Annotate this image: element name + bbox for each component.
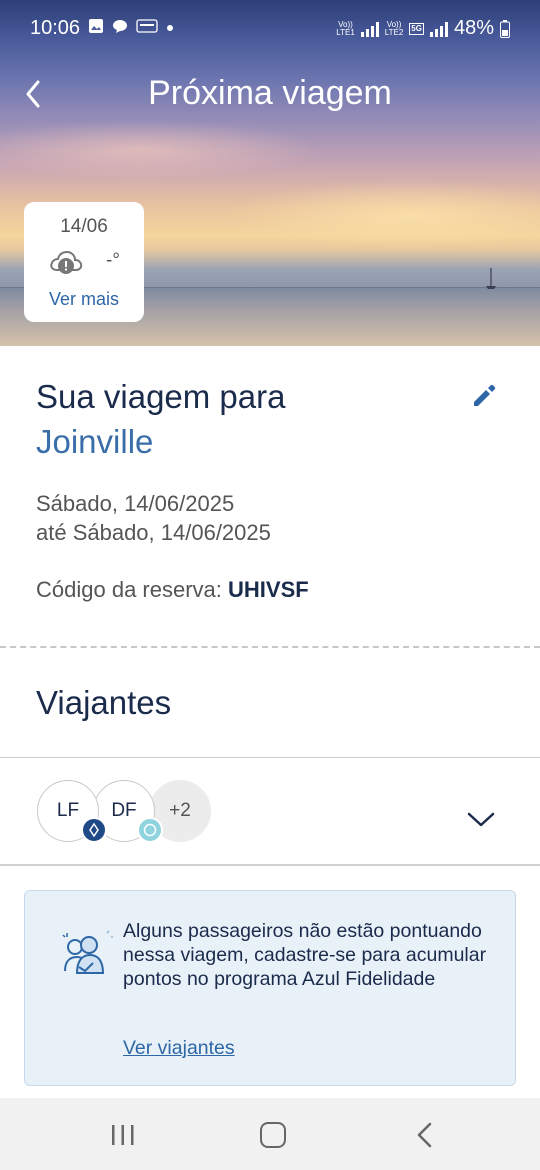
- trip-heading: Sua viagem para: [36, 378, 286, 415]
- avatar-initials: DF: [111, 800, 137, 821]
- booking-code-label: Código da reserva:: [36, 577, 222, 602]
- trip-city: Joinville: [36, 423, 154, 460]
- status-bar: 10:06 Vo)) LTE1 Vo)) LTE2 5G 48%: [0, 0, 540, 56]
- booking-code-line: Código da reserva: UHIVSF: [36, 577, 309, 603]
- dashed-divider: [0, 646, 540, 648]
- cloud-warning-icon: [50, 250, 83, 274]
- sky-cloud: [0, 120, 320, 180]
- signal-icon: [360, 21, 379, 37]
- weather-more-link[interactable]: Ver mais: [24, 289, 144, 310]
- chat-icon: [113, 20, 127, 33]
- sailboat-icon: [486, 268, 496, 289]
- fidelity-info-text: Alguns passageiros não estão pontuando n…: [123, 920, 487, 990]
- recent-apps-icon[interactable]: [110, 1124, 136, 1146]
- booking-code-value: UHIVSF: [228, 577, 309, 602]
- avatar-more-count: +2: [169, 800, 191, 821]
- sim1-label: Vo)) LTE1: [336, 19, 355, 37]
- diamond-badge-icon: [81, 817, 107, 843]
- chevron-down-icon[interactable]: [466, 808, 496, 830]
- passengers-icon: [62, 930, 113, 974]
- network-label: 5G: [409, 22, 424, 35]
- circle-badge-icon: [137, 817, 163, 843]
- trip-date-from: Sábado, 14/06/2025: [36, 491, 235, 516]
- signal-icon-2: [429, 21, 448, 37]
- gallery-icon: [89, 19, 103, 33]
- notification-icons: [88, 18, 174, 34]
- pencil-icon[interactable]: [470, 382, 498, 410]
- trip-date-to: até Sábado, 14/06/2025: [36, 520, 271, 545]
- weather-date: 14/06: [60, 216, 108, 237]
- system-back-icon[interactable]: [414, 1122, 434, 1148]
- fidelity-info-card: Alguns passageiros não estão pontuando n…: [24, 890, 516, 1086]
- sky-glow: [220, 180, 540, 250]
- dot-icon: [167, 25, 173, 31]
- status-time: 10:06: [30, 17, 81, 39]
- battery-icon: [500, 19, 510, 38]
- divider: [0, 757, 540, 758]
- battery-percent: 48%: [453, 17, 494, 39]
- sim2-label: Vo)) LTE2: [384, 19, 404, 37]
- card-icon: [136, 19, 158, 33]
- travellers-title: Viajantes: [36, 684, 172, 721]
- avatar-initials: LF: [56, 800, 80, 821]
- home-icon[interactable]: [260, 1122, 286, 1148]
- traveller-avatars[interactable]: +2 DF LF: [37, 780, 237, 844]
- weather-temperature: -°: [106, 250, 120, 271]
- divider: [0, 864, 540, 866]
- page-title: Próxima viagem: [148, 74, 392, 112]
- view-travellers-link[interactable]: Ver viajantes: [123, 1037, 235, 1060]
- weather-card[interactable]: 14/06 -° Ver mais: [24, 202, 144, 322]
- status-right: Vo)) LTE1 Vo)) LTE2 5G 48%: [336, 17, 510, 40]
